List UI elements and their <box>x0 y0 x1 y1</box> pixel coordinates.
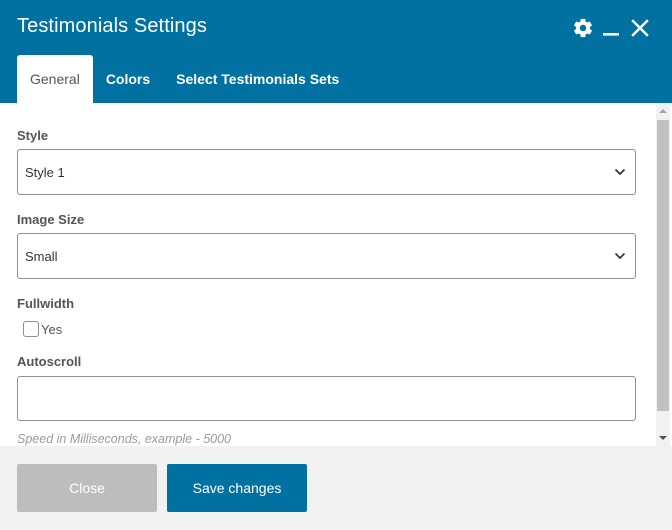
scroll-down-arrow-icon[interactable] <box>656 430 670 446</box>
gear-icon[interactable] <box>571 15 595 41</box>
image-size-label: Image Size <box>17 212 85 227</box>
image-size-select-value: Small <box>25 248 58 264</box>
style-label: Style <box>17 128 49 143</box>
dialog-footer: Close Save changes <box>0 446 672 530</box>
tab-bar: General Colors Select Testimonials Sets <box>17 55 352 103</box>
close-icon[interactable] <box>628 15 652 41</box>
settings-dialog: Testimonials Settings General Colors Sel… <box>0 0 672 530</box>
dialog-header: Testimonials Settings General Colors Sel… <box>0 0 672 103</box>
autoscroll-help-text: Speed in Milliseconds, example - 5000 <box>17 432 232 446</box>
style-select[interactable]: Style 1 <box>17 149 636 195</box>
autoscroll-input[interactable] <box>17 376 636 421</box>
fullwidth-label: Fullwidth <box>17 296 75 311</box>
tab-general[interactable]: General <box>17 55 93 103</box>
style-select-value: Style 1 <box>25 164 65 180</box>
scroll-up-arrow-icon[interactable] <box>656 103 670 119</box>
fullwidth-option: Yes <box>23 321 62 337</box>
chevron-down-icon <box>614 250 626 265</box>
save-changes-button[interactable]: Save changes <box>167 464 307 512</box>
image-size-select[interactable]: Small <box>17 233 636 279</box>
fullwidth-checkbox-label[interactable]: Yes <box>41 322 62 337</box>
vertical-scrollbar[interactable] <box>656 103 670 446</box>
fullwidth-checkbox[interactable] <box>23 321 39 337</box>
settings-form: Style Style 1 Image Size Small Fullwidth… <box>0 103 656 446</box>
dialog-title: Testimonials Settings <box>17 15 207 37</box>
tab-select-testimonials-sets[interactable]: Select Testimonials Sets <box>163 55 352 103</box>
chevron-down-icon <box>614 166 626 181</box>
autoscroll-label: Autoscroll <box>17 354 82 369</box>
minimize-icon[interactable] <box>600 15 622 41</box>
close-button[interactable]: Close <box>17 464 157 512</box>
tab-colors[interactable]: Colors <box>93 55 163 103</box>
scrollbar-thumb[interactable] <box>657 120 669 411</box>
